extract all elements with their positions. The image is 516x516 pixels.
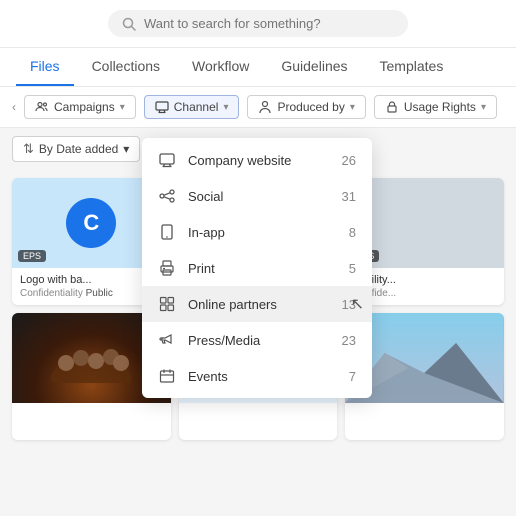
dropdown-label-online-partners: Online partners	[188, 297, 330, 312]
filter-campaigns[interactable]: Campaigns ▾	[24, 95, 136, 119]
tablet-icon	[158, 223, 176, 241]
grid-icon	[158, 295, 176, 313]
filter-prev-icon[interactable]: ‹	[12, 100, 16, 114]
dropdown-label-events: Events	[188, 369, 337, 384]
team-visual	[46, 333, 136, 383]
monitor-icon	[155, 100, 169, 114]
card-6-meta	[353, 423, 496, 434]
dropdown-label-company-website: Company website	[188, 153, 330, 168]
dropdown-item-in-app[interactable]: In-app 8	[142, 214, 372, 250]
sort-icon: ⇅	[23, 141, 34, 157]
card-5-meta	[187, 423, 330, 434]
tab-workflow[interactable]: Workflow	[178, 48, 263, 86]
calendar-icon	[158, 367, 176, 385]
channel-dropdown: Company website 26 Social 31 In-app 8	[142, 138, 372, 398]
dropdown-count-social: 31	[342, 189, 356, 204]
card-4-meta	[20, 423, 163, 434]
dropdown-item-events[interactable]: Events 7	[142, 358, 372, 394]
card-6-title	[353, 409, 496, 421]
dropdown-count-press-media: 23	[342, 333, 356, 348]
search-bar	[0, 0, 516, 48]
dropdown-label-press-media: Press/Media	[188, 333, 330, 348]
monitor-icon	[158, 151, 176, 169]
dropdown-label-in-app: In-app	[188, 225, 337, 240]
tab-guidelines[interactable]: Guidelines	[267, 48, 361, 86]
card-1-badge: EPS	[18, 250, 46, 262]
dropdown-item-company-website[interactable]: Company website 26	[142, 142, 372, 178]
tab-templates[interactable]: Templates	[366, 48, 458, 86]
card-5-title	[187, 409, 330, 421]
tab-files[interactable]: Files	[16, 48, 74, 86]
dropdown-label-print: Print	[188, 261, 337, 276]
search-input-wrap	[108, 10, 408, 37]
logo-icon: C	[66, 198, 116, 248]
users-icon	[35, 100, 49, 114]
social-icon	[158, 187, 176, 205]
dropdown-item-print[interactable]: Print 5	[142, 250, 372, 286]
dropdown-item-online-partners[interactable]: Online partners 13 ↖	[142, 286, 372, 322]
filter-bar: ‹ Campaigns ▾ Channel ▾ Produced by ▾	[0, 87, 516, 128]
dropdown-count-events: 7	[349, 369, 356, 384]
print-icon	[158, 259, 176, 277]
megaphone-icon	[158, 331, 176, 349]
person-icon	[258, 100, 272, 114]
card-3-meta: Confide...	[353, 288, 496, 299]
dropdown-item-press-media[interactable]: Press/Media 23	[142, 322, 372, 358]
card-3-title: Facility...	[353, 274, 496, 286]
filter-channel[interactable]: Channel ▾	[144, 95, 240, 119]
dropdown-count-print: 5	[349, 261, 356, 276]
card-4-title	[20, 409, 163, 421]
lock-icon	[385, 100, 399, 114]
dropdown-count-company-website: 26	[342, 153, 356, 168]
search-input[interactable]	[144, 16, 394, 31]
filter-produced-by[interactable]: Produced by ▾	[247, 95, 365, 119]
tab-collections[interactable]: Collections	[78, 48, 174, 86]
dropdown-item-social[interactable]: Social 31	[142, 178, 372, 214]
dropdown-label-social: Social	[188, 189, 330, 204]
filter-usage-rights[interactable]: Usage Rights ▾	[374, 95, 497, 119]
nav-tabs: Files Collections Workflow Guidelines Te…	[0, 48, 516, 87]
sort-button[interactable]: ⇅ By Date added ▾	[12, 136, 140, 162]
dropdown-count-online-partners: 13	[342, 297, 356, 312]
search-icon	[122, 17, 136, 31]
dropdown-count-in-app: 8	[349, 225, 356, 240]
